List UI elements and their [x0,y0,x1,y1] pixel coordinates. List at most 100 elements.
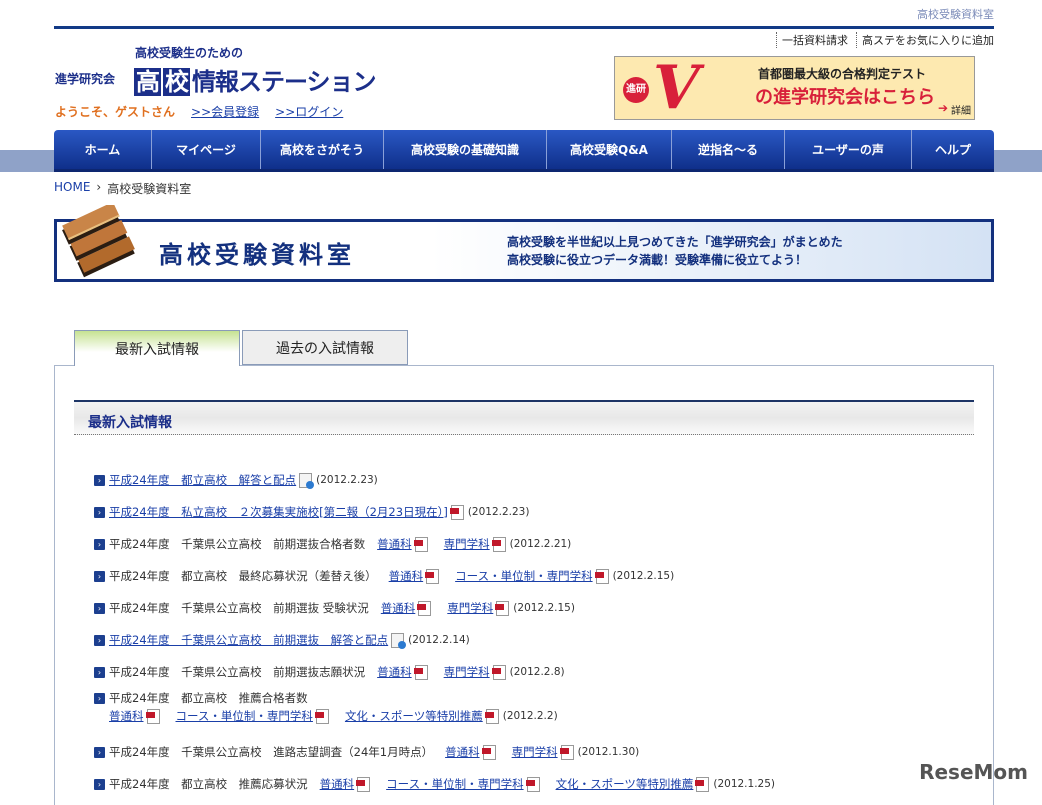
pdf-icon[interactable] [413,536,428,552]
chevron-right-icon: › [94,538,105,550]
pdf-icon[interactable] [449,504,464,520]
breadcrumb-separator: › [96,180,102,194]
chevron-right-icon: › [94,506,105,518]
pdf-link[interactable]: 普通科 [381,600,416,616]
breadcrumb-home[interactable]: HOME [54,180,90,197]
pdf-link[interactable]: 文化・スポーツ等特別推薦 [556,776,694,792]
item-title-link[interactable]: 平成24年度 千葉県公立高校 前期選抜 解答と配点 [109,632,388,648]
ad-logo: V [653,56,700,120]
news-list: › 平成24年度 都立高校 解答と配点 (2012.2.23) › 平成24年度 私立高… [94,464,994,800]
breadcrumb-current: 高校受験資料室 [107,182,192,196]
pdf-link[interactable]: 普通科 [377,664,412,680]
watermark-logo: ReseMom [919,760,1028,784]
item-date: (2012.2.14) [408,634,470,646]
item-date: (2012.2.15) [612,570,675,582]
pdf-link[interactable]: 専門学科 [512,744,558,760]
pdf-icon[interactable] [525,776,540,792]
chevron-right-icon: › [94,634,105,646]
chevron-right-icon: › [94,570,105,582]
pdf-link[interactable]: 普通科 [445,744,480,760]
nav-voices[interactable]: ユーザーの声 [785,130,912,169]
list-item: › 平成24年度 千葉県公立高校 前期選抜合格者数 普通科 専門学科 (2012.2.2… [94,528,994,560]
bulk-request-link[interactable]: 一括資料請求 [776,32,848,48]
utility-links: 一括資料請求 高ステをお気に入りに追加 [776,32,994,48]
register-link[interactable]: >>会員登録 [191,103,259,120]
nav-reverse[interactable]: 逆指名〜る [672,130,785,169]
pdf-icon[interactable] [481,744,496,760]
pdf-icon[interactable] [559,744,574,760]
pdf-icon[interactable] [495,600,510,616]
breadcrumb: HOME › 高校受験資料室 [54,180,191,197]
banner-desc-line: 高校受験に役立つデータ満載！受験準備に役立てよう！ [507,253,808,267]
item-date: (2012.2.21) [509,538,572,550]
pdf-icon[interactable] [491,664,506,680]
pdf-link[interactable]: 専門学科 [447,600,493,616]
banner-description: 高校受験を半世紀以上見つめてきた「進学研究会」がまとめた 高校受験に役立つデータ満… [507,233,843,269]
pdf-icon[interactable] [356,776,371,792]
item-date: (2012.2.2) [502,710,558,722]
welcome-text: ようこそ、ゲストさん [55,105,176,119]
banner-title: 高校受験資料室 [159,241,355,269]
chevron-right-icon: › [94,746,105,758]
login-link[interactable]: >>ログイン [275,103,343,120]
pdf-link[interactable]: コース・単位制・専門学科 [455,568,592,584]
item-title: 平成24年度 都立高校 推薦応募状況 [109,777,308,791]
pdf-link[interactable]: 専門学科 [444,536,490,552]
item-title-link[interactable]: 平成24年度 私立高校 ２次募集実施校[第二報（2月23日現在）] [109,504,448,520]
pdf-icon[interactable] [425,568,440,584]
nav-search-school[interactable]: 高校をさがそう [261,130,384,169]
nav-home[interactable]: ホーム [54,130,152,169]
pdf-link[interactable]: 普通科 [320,776,355,792]
nav-mypage[interactable]: マイページ [152,130,261,169]
chevron-right-icon: › [94,474,105,486]
pdf-icon[interactable] [417,600,432,616]
nav-basics[interactable]: 高校受験の基礎知識 [384,130,547,169]
ad-line1: 首都圏最大級の合格判定テスト [758,67,927,81]
pdf-link[interactable]: 普通科 [377,536,412,552]
document-icon[interactable] [299,472,315,489]
item-date: (2012.2.23) [467,506,530,518]
item-date: (2012.1.25) [713,778,775,790]
list-item: › 平成24年度 都立高校 推薦応募状況 普通科 コース・単位制・専門学科 文化・スポー… [94,768,994,800]
logo[interactable]: 高校情報ステーション [134,62,377,97]
item-title: 平成24年度 都立高校 最終応募状況（差替え後） [109,569,377,583]
pdf-link[interactable]: 普通科 [109,708,144,724]
list-item: › 平成24年度 都立高校 推薦合格者数 普通科 コース・単位制・専門学科 文化・スポー… [94,688,994,736]
page-label: 高校受験資料室 [917,8,994,21]
tab-latest[interactable]: 最新入試情報 [74,330,240,366]
pdf-icon[interactable] [145,708,160,724]
item-date: (2012.1.30) [577,746,640,758]
pdf-icon[interactable] [314,708,329,724]
nav-help[interactable]: ヘルプ [912,130,994,169]
add-favorite-link[interactable]: 高ステをお気に入りに追加 [856,32,994,48]
pdf-link[interactable]: コース・単位制・専門学科 [176,708,313,724]
ad-badge: 進研 [623,77,649,103]
pdf-icon[interactable] [594,568,609,584]
section-banner: 高校受験資料室 高校受験を半世紀以上見つめてきた「進学研究会」がまとめた 高校受験… [54,219,994,282]
chevron-right-icon: › [94,602,105,614]
item-title: 平成24年度 都立高校 推薦合格者数 [109,691,308,705]
pdf-icon[interactable] [413,664,428,680]
logo-box: 高 [134,68,161,96]
list-item: › 平成24年度 私立高校 ２次募集実施校[第二報（2月23日現在）] (2012.… [94,496,994,528]
item-date: (2012.2.8) [509,666,565,678]
pdf-icon[interactable] [484,708,499,724]
item-title-link[interactable]: 平成24年度 都立高校 解答と配点 [109,472,296,488]
pdf-link[interactable]: 文化・スポーツ等特別推薦 [345,708,483,724]
pdf-icon[interactable] [695,776,710,792]
chevron-right-icon: › [94,692,105,704]
list-item: › 平成24年度 千葉県公立高校 前期選抜 解答と配点 (2012.2.14) [94,624,994,656]
welcome-bar: ようこそ、ゲストさん >>会員登録 >>ログイン [55,103,343,120]
tab-past[interactable]: 過去の入試情報 [242,330,408,365]
ad-line2: の進学研究会はこちら [755,87,935,108]
item-title: 平成24年度 千葉県公立高校 前期選抜志願状況 [109,665,366,679]
nav-qa[interactable]: 高校受験Q&A [547,130,672,169]
logo-text: 情報ステーション [192,68,377,96]
ad-banner[interactable]: 進研 V 首都圏最大級の合格判定テスト の進学研究会はこちら ➔ 詳細 [614,56,975,120]
list-item: › 平成24年度 千葉県公立高校 前期選抜志願状況 普通科 専門学科 (2012.2.8… [94,656,994,688]
pdf-link[interactable]: 普通科 [389,568,424,584]
pdf-link[interactable]: コース・単位制・専門学科 [386,776,523,792]
document-icon[interactable] [391,632,407,649]
pdf-link[interactable]: 専門学科 [444,664,490,680]
pdf-icon[interactable] [491,536,506,552]
